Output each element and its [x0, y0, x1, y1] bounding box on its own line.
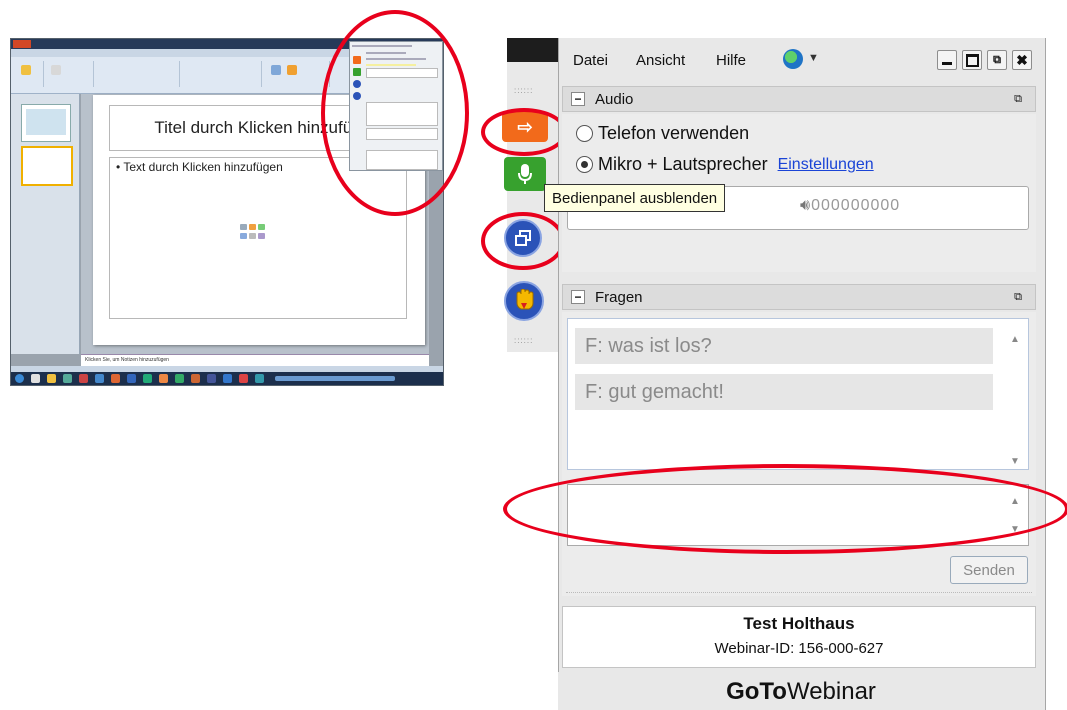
- chevron-down-icon[interactable]: ▼: [808, 52, 819, 64]
- questions-section-header: − Fragen ⧉: [562, 284, 1036, 310]
- grip-bottom[interactable]: ::::::: [514, 337, 534, 345]
- taskbar-app-icon[interactable]: [223, 374, 232, 383]
- settings-link[interactable]: Einstellungen: [778, 156, 874, 174]
- radio-mic-speaker-label: Mikro + Lautsprecher: [598, 154, 768, 174]
- taskbar-app-icon[interactable]: [159, 374, 168, 383]
- send-button[interactable]: Senden: [950, 556, 1028, 584]
- taskbar-app-icon[interactable]: [47, 374, 56, 383]
- slide-body-text: • Text durch Klicken hinzufügen: [116, 160, 283, 174]
- maximize-icon: [965, 53, 979, 67]
- tooltip: Bedienpanel ausblenden: [544, 184, 726, 212]
- radio-telephone[interactable]: [576, 125, 593, 142]
- organizer-name: Test Holthaus: [743, 614, 855, 633]
- menu-ansicht[interactable]: Ansicht: [636, 52, 685, 69]
- taskbar-app-icon[interactable]: [207, 374, 216, 383]
- gotowebinar-logo: GoToWebinar: [558, 678, 1044, 706]
- scroll-up-icon[interactable]: ▲: [1010, 334, 1020, 345]
- microphone-button[interactable]: [504, 157, 546, 191]
- taskbar-app-icon[interactable]: [175, 374, 184, 383]
- shapes-icon: [271, 65, 281, 75]
- ribbon-group: [13, 61, 44, 87]
- paste-icon: [21, 65, 31, 75]
- radio-telephone-row[interactable]: Telefon verwenden: [576, 123, 749, 144]
- brand-rest: Webinar: [786, 678, 876, 705]
- close-button[interactable]: ✖: [1012, 50, 1032, 70]
- new-slide-icon: [51, 65, 61, 75]
- question-item: F: was ist los?: [575, 328, 993, 364]
- slide-thumbnail-2[interactable]: [21, 146, 73, 186]
- grip-top[interactable]: ::::::: [514, 87, 534, 95]
- taskbar-app-icon[interactable]: [255, 374, 264, 383]
- speaker-level-meter: 000000000: [811, 197, 901, 214]
- collapse-audio-button[interactable]: −: [571, 92, 585, 106]
- webinar-id: Webinar-ID: 156-000-627: [714, 640, 884, 657]
- brand-bold: GoTo: [726, 678, 787, 705]
- taskbar-app-icon[interactable]: [143, 374, 152, 383]
- annotation-ellipse-window: [481, 212, 565, 270]
- close-icon: ✖: [1016, 51, 1028, 68]
- annotation-ellipse-arrow: [481, 108, 567, 156]
- popout-audio-icon[interactable]: ⧉: [1011, 92, 1025, 106]
- question-item: F: gut gemacht!: [575, 374, 993, 410]
- content-placeholder-icons: [240, 224, 266, 244]
- speaker-icon: 🔊︎: [800, 197, 812, 214]
- radio-mic-speaker[interactable]: [576, 156, 593, 173]
- ribbon-group: [45, 61, 94, 87]
- ribbon-group: [181, 61, 262, 87]
- radio-mic-speaker-row[interactable]: Mikro + Lautsprecher Einstellungen: [576, 154, 874, 175]
- popout-questions-icon[interactable]: ⧉: [1011, 290, 1025, 304]
- annotation-ellipse-input: [503, 464, 1067, 554]
- maximize-button[interactable]: [962, 50, 982, 70]
- language-globe-icon[interactable]: [783, 49, 803, 69]
- popout-icon: ⧉: [993, 53, 1001, 66]
- taskbar-app-icon[interactable]: [63, 374, 72, 383]
- raise-hand-button[interactable]: [504, 281, 544, 321]
- microphone-icon: [518, 164, 532, 184]
- taskbar-app-icon[interactable]: [95, 374, 104, 383]
- dark-strip: [507, 38, 563, 62]
- notes-placeholder: Klicken Sie, um Notizen hinzuzufügen: [85, 357, 169, 363]
- annotation-ellipse-panel: [321, 10, 469, 216]
- ribbon-group: [263, 61, 330, 87]
- ppt-file-tab: [13, 40, 31, 48]
- taskbar-app-icon[interactable]: [127, 374, 136, 383]
- menu-hilfe[interactable]: Hilfe: [716, 52, 746, 69]
- audio-title: Audio: [595, 91, 634, 108]
- restore-button[interactable]: ⧉: [987, 50, 1007, 70]
- audio-section-header: − Audio ⧉: [562, 86, 1036, 112]
- slide-thumbnail-1[interactable]: [21, 104, 71, 142]
- taskbar-app-icon[interactable]: [239, 374, 248, 383]
- divider: [566, 592, 1032, 597]
- radio-telephone-label: Telefon verwenden: [598, 123, 750, 143]
- menu-datei[interactable]: Datei: [573, 52, 608, 69]
- ribbon-group: [95, 61, 180, 87]
- collapse-questions-button[interactable]: −: [571, 290, 585, 304]
- speaker-level-row: 🔊︎000000000: [800, 197, 900, 215]
- arrange-icon: [287, 65, 297, 75]
- taskbar-app-icon[interactable]: [79, 374, 88, 383]
- raise-hand-icon: [516, 289, 534, 310]
- questions-title: Fragen: [595, 289, 643, 306]
- windows-taskbar: [11, 372, 443, 385]
- scroll-down-icon[interactable]: ▼: [1010, 456, 1020, 467]
- minimize-button[interactable]: [937, 50, 957, 70]
- start-icon[interactable]: [15, 374, 24, 383]
- slide-thumbnails-pane: [11, 94, 80, 354]
- minimize-icon: [942, 61, 952, 65]
- taskbar-app-icon[interactable]: [191, 374, 200, 383]
- system-tray: [275, 376, 395, 381]
- taskbar-app-icon[interactable]: [111, 374, 120, 383]
- taskbar-app-icon[interactable]: [31, 374, 40, 383]
